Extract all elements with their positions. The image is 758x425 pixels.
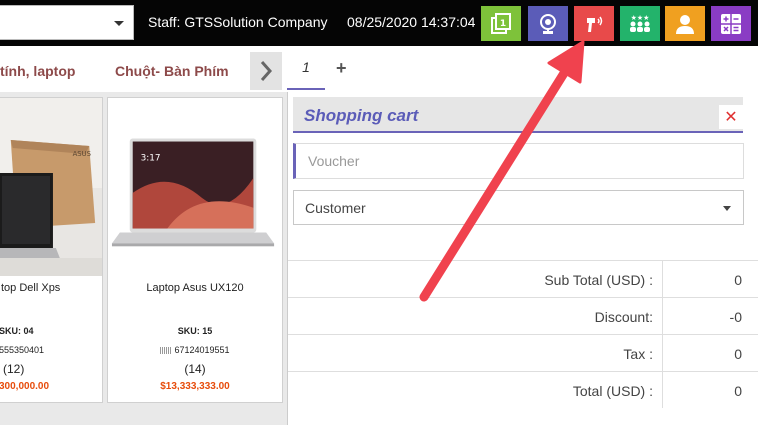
branch-select[interactable] <box>0 5 134 40</box>
voucher-field[interactable] <box>293 143 744 179</box>
product-barcode: 555350401 <box>0 345 45 355</box>
discount-row: Discount: -0 <box>288 297 758 334</box>
product-name: Laptop Asus UX120 <box>146 282 244 294</box>
webcam-icon <box>540 13 556 34</box>
svg-text:★★★: ★★★ <box>631 14 650 22</box>
total-row: Total (USD) : 0 <box>288 371 758 408</box>
chevron-right-icon <box>260 61 273 81</box>
rating-users-button[interactable]: ★★★ <box>620 6 660 41</box>
voucher-input[interactable] <box>296 144 743 178</box>
staff-label: Staff: GTSSolution Company <box>148 14 328 30</box>
calculator-button[interactable] <box>711 6 751 41</box>
customer-select-label: Customer <box>305 200 366 216</box>
user-icon <box>676 14 694 34</box>
product-image: 3:17 <box>108 99 282 275</box>
product-image: ASUS <box>0 98 102 276</box>
chevron-down-icon <box>723 206 731 211</box>
customer-select[interactable]: Customer <box>293 190 744 225</box>
shopping-cart-panel: Shopping cart ✕ Customer Sub Total (USD)… <box>287 92 758 425</box>
top-bar: Staff: GTSSolution Company 08/25/2020 14… <box>0 0 758 46</box>
svg-text:ASUS: ASUS <box>73 150 92 158</box>
svg-text:1: 1 <box>500 19 506 29</box>
product-card[interactable]: ASUS top Dell Xps SKU: 04 555350401 (12)… <box>0 97 103 403</box>
barcode-scanner-button[interactable] <box>574 6 614 41</box>
subtotal-row: Sub Total (USD) : 0 <box>288 260 758 297</box>
product-sku: SKU: 04 <box>0 326 34 336</box>
tax-row: Tax : 0 <box>288 334 758 371</box>
cart-title: Shopping cart <box>304 106 419 125</box>
order-tab[interactable]: 1 <box>287 46 325 90</box>
product-barcode: 67124019551 <box>108 345 282 355</box>
display-button[interactable]: 1 <box>481 6 521 41</box>
calculator-icon <box>721 13 741 34</box>
product-price: $13,333,333.00 <box>160 381 230 392</box>
display-icon: 1 <box>491 12 511 34</box>
product-stock: (12) <box>3 362 25 376</box>
subtotal-value: 0 <box>734 272 742 288</box>
total-label: Total (USD) : <box>572 383 653 399</box>
product-barcode-number: 67124019551 <box>174 345 230 355</box>
category-tab-laptop[interactable]: tính, laptop <box>0 63 75 79</box>
product-sku: SKU: 15 <box>177 326 213 336</box>
category-tabs: tính, laptop Chuột- Bàn Phím <box>0 46 758 92</box>
category-tab-mouse-keyboard[interactable]: Chuột- Bàn Phím <box>115 63 229 79</box>
svg-text:3:17: 3:17 <box>141 153 161 163</box>
barcode-scanner-icon <box>587 16 603 32</box>
chevron-down-icon <box>114 21 124 26</box>
discount-value: -0 <box>729 309 742 325</box>
discount-label: Discount: <box>594 309 653 325</box>
product-price: 300,000.00 <box>0 381 50 392</box>
current-datetime: 08/25/2020 14:37:04 <box>347 14 476 30</box>
product-stock: (14) <box>184 362 206 376</box>
total-value: 0 <box>734 383 742 399</box>
webcam-button[interactable] <box>528 6 568 41</box>
user-button[interactable] <box>665 6 705 41</box>
cart-header: Shopping cart ✕ <box>293 97 743 133</box>
close-cart-button[interactable]: ✕ <box>719 105 743 129</box>
tax-value: 0 <box>734 346 742 362</box>
close-icon: ✕ <box>724 109 738 126</box>
barcode-icon <box>160 347 173 355</box>
product-name: top Dell Xps <box>1 282 61 294</box>
product-card[interactable]: 3:17 Laptop Asus UX120 SKU: 15 671240195… <box>107 97 283 403</box>
category-next-button[interactable] <box>250 52 282 90</box>
subtotal-label: Sub Total (USD) : <box>544 272 653 288</box>
tax-label: Tax : <box>623 346 653 362</box>
rating-users-icon: ★★★ <box>630 14 650 32</box>
add-order-button[interactable]: + <box>336 58 347 79</box>
